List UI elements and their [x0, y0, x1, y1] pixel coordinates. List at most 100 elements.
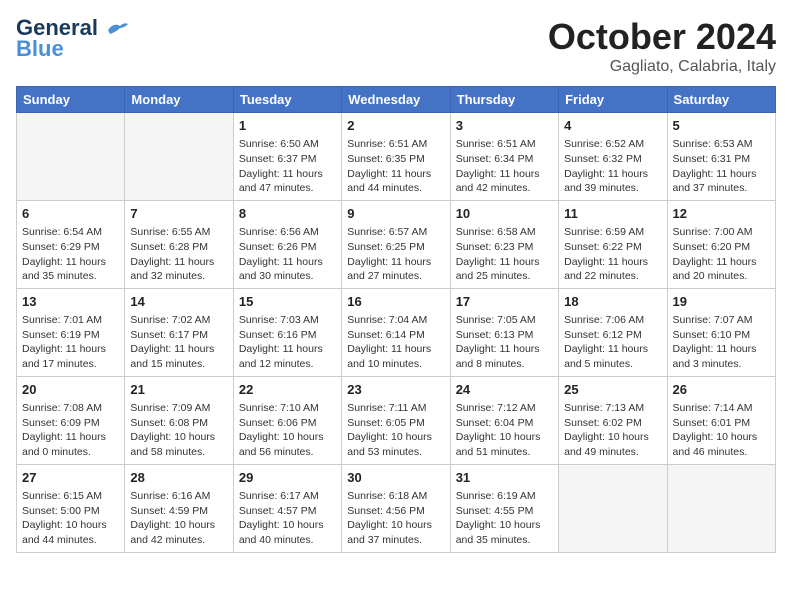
title-block: October 2024 Gagliato, Calabria, Italy	[548, 16, 776, 76]
day-info: Sunrise: 6:16 AM Sunset: 4:59 PM Dayligh…	[130, 489, 227, 548]
day-info: Sunrise: 7:12 AM Sunset: 6:04 PM Dayligh…	[456, 401, 553, 460]
day-of-week-header: Sunday	[17, 87, 125, 113]
calendar-table: SundayMondayTuesdayWednesdayThursdayFrid…	[16, 86, 776, 553]
day-info: Sunrise: 7:07 AM Sunset: 6:10 PM Dayligh…	[673, 313, 770, 372]
day-number: 29	[239, 469, 336, 487]
day-info: Sunrise: 7:09 AM Sunset: 6:08 PM Dayligh…	[130, 401, 227, 460]
day-number: 10	[456, 205, 553, 223]
day-number: 23	[347, 381, 444, 399]
day-number: 17	[456, 293, 553, 311]
calendar-cell: 17Sunrise: 7:05 AM Sunset: 6:13 PM Dayli…	[450, 288, 558, 376]
day-info: Sunrise: 6:51 AM Sunset: 6:34 PM Dayligh…	[456, 137, 553, 196]
calendar-cell: 8 Sunrise: 6:56 AM Sunset: 6:26 PM Daylig…	[233, 200, 341, 288]
day-number: 14	[130, 293, 227, 311]
calendar-cell: 14 Sunrise: 7:02 AM Sunset: 6:17 PM Dayli…	[125, 288, 233, 376]
day-number: 16	[347, 293, 444, 311]
day-info: Sunrise: 6:18 AM Sunset: 4:56 PM Dayligh…	[347, 489, 444, 548]
day-number: 13	[22, 293, 119, 311]
day-info: Sunrise: 6:56 AM Sunset: 6:26 PM Dayligh…	[239, 225, 336, 284]
day-number: 9	[347, 205, 444, 223]
day-info: Sunrise: 6:17 AM Sunset: 4:57 PM Dayligh…	[239, 489, 336, 548]
calendar-cell: 13 Sunrise: 7:01 AM Sunset: 6:19 PM Dayli…	[17, 288, 125, 376]
day-of-week-header: Friday	[559, 87, 667, 113]
day-of-week-header: Tuesday	[233, 87, 341, 113]
day-number: 20	[22, 381, 119, 399]
day-number: 27	[22, 469, 119, 487]
day-info: Sunrise: 7:13 AM Sunset: 6:02 PM Dayligh…	[564, 401, 661, 460]
day-number: 22	[239, 381, 336, 399]
calendar-cell: 2 Sunrise: 6:51 AM Sunset: 6:35 PM Daylig…	[342, 113, 450, 201]
calendar-cell: 4Sunrise: 6:52 AM Sunset: 6:32 PM Daylig…	[559, 113, 667, 201]
day-number: 3	[456, 117, 553, 135]
day-number: 24	[456, 381, 553, 399]
calendar-cell: 26 Sunrise: 7:14 AM Sunset: 6:01 PM Dayli…	[667, 376, 775, 464]
day-of-week-header: Saturday	[667, 87, 775, 113]
logo-blue-text: Blue	[16, 36, 64, 62]
calendar-cell: 16Sunrise: 7:04 AM Sunset: 6:14 PM Dayli…	[342, 288, 450, 376]
day-info: Sunrise: 6:54 AM Sunset: 6:29 PM Dayligh…	[22, 225, 119, 284]
day-info: Sunrise: 6:58 AM Sunset: 6:23 PM Dayligh…	[456, 225, 553, 284]
day-info: Sunrise: 6:55 AM Sunset: 6:28 PM Dayligh…	[130, 225, 227, 284]
calendar-cell	[125, 113, 233, 201]
day-info: Sunrise: 6:51 AM Sunset: 6:35 PM Dayligh…	[347, 137, 444, 196]
day-number: 8	[239, 205, 336, 223]
day-info: Sunrise: 7:00 AM Sunset: 6:20 PM Dayligh…	[673, 225, 770, 284]
day-number: 7	[130, 205, 227, 223]
calendar-cell: 19 Sunrise: 7:07 AM Sunset: 6:10 PM Dayli…	[667, 288, 775, 376]
calendar-cell: 22 Sunrise: 7:10 AM Sunset: 6:06 PM Dayli…	[233, 376, 341, 464]
calendar-week-row: 6 Sunrise: 6:54 AM Sunset: 6:29 PM Daylig…	[17, 200, 776, 288]
day-of-week-header: Monday	[125, 87, 233, 113]
month-title: October 2024	[548, 16, 776, 58]
day-info: Sunrise: 6:52 AM Sunset: 6:32 PM Dayligh…	[564, 137, 661, 196]
day-info: Sunrise: 7:11 AM Sunset: 6:05 PM Dayligh…	[347, 401, 444, 460]
calendar-cell: 9 Sunrise: 6:57 AM Sunset: 6:25 PM Daylig…	[342, 200, 450, 288]
day-number: 1	[239, 117, 336, 135]
day-info: Sunrise: 6:15 AM Sunset: 5:00 PM Dayligh…	[22, 489, 119, 548]
day-number: 6	[22, 205, 119, 223]
day-info: Sunrise: 6:57 AM Sunset: 6:25 PM Dayligh…	[347, 225, 444, 284]
calendar-cell	[559, 464, 667, 552]
calendar-week-row: 1Sunrise: 6:50 AM Sunset: 6:37 PM Daylig…	[17, 113, 776, 201]
day-number: 12	[673, 205, 770, 223]
day-number: 25	[564, 381, 661, 399]
calendar-cell: 28 Sunrise: 6:16 AM Sunset: 4:59 PM Dayli…	[125, 464, 233, 552]
calendar-cell: 7 Sunrise: 6:55 AM Sunset: 6:28 PM Daylig…	[125, 200, 233, 288]
day-number: 26	[673, 381, 770, 399]
day-number: 15	[239, 293, 336, 311]
calendar-cell: 25 Sunrise: 7:13 AM Sunset: 6:02 PM Dayli…	[559, 376, 667, 464]
day-info: Sunrise: 7:10 AM Sunset: 6:06 PM Dayligh…	[239, 401, 336, 460]
day-info: Sunrise: 7:02 AM Sunset: 6:17 PM Dayligh…	[130, 313, 227, 372]
calendar-cell: 6 Sunrise: 6:54 AM Sunset: 6:29 PM Daylig…	[17, 200, 125, 288]
day-info: Sunrise: 7:01 AM Sunset: 6:19 PM Dayligh…	[22, 313, 119, 372]
day-info: Sunrise: 7:14 AM Sunset: 6:01 PM Dayligh…	[673, 401, 770, 460]
day-number: 30	[347, 469, 444, 487]
logo-bird-icon	[106, 20, 128, 38]
location-subtitle: Gagliato, Calabria, Italy	[548, 58, 776, 76]
day-number: 31	[456, 469, 553, 487]
calendar-cell: 31 Sunrise: 6:19 AM Sunset: 4:55 PM Dayli…	[450, 464, 558, 552]
day-number: 19	[673, 293, 770, 311]
calendar-cell	[667, 464, 775, 552]
calendar-cell: 27 Sunrise: 6:15 AM Sunset: 5:00 PM Dayli…	[17, 464, 125, 552]
calendar-cell: 20Sunrise: 7:08 AM Sunset: 6:09 PM Dayli…	[17, 376, 125, 464]
day-number: 28	[130, 469, 227, 487]
day-info: Sunrise: 6:53 AM Sunset: 6:31 PM Dayligh…	[673, 137, 770, 196]
calendar-cell: 29 Sunrise: 6:17 AM Sunset: 4:57 PM Dayli…	[233, 464, 341, 552]
calendar-cell: 24 Sunrise: 7:12 AM Sunset: 6:04 PM Dayli…	[450, 376, 558, 464]
calendar-cell: 11Sunrise: 6:59 AM Sunset: 6:22 PM Dayli…	[559, 200, 667, 288]
day-info: Sunrise: 6:19 AM Sunset: 4:55 PM Dayligh…	[456, 489, 553, 548]
calendar-cell: 10 Sunrise: 6:58 AM Sunset: 6:23 PM Dayli…	[450, 200, 558, 288]
calendar-cell: 15Sunrise: 7:03 AM Sunset: 6:16 PM Dayli…	[233, 288, 341, 376]
calendar-cell: 21 Sunrise: 7:09 AM Sunset: 6:08 PM Dayli…	[125, 376, 233, 464]
day-number: 21	[130, 381, 227, 399]
calendar-cell: 1Sunrise: 6:50 AM Sunset: 6:37 PM Daylig…	[233, 113, 341, 201]
calendar-header-row: SundayMondayTuesdayWednesdayThursdayFrid…	[17, 87, 776, 113]
page-header: General Blue October 2024 Gagliato, Cala…	[16, 16, 776, 76]
day-number: 5	[673, 117, 770, 135]
calendar-cell: 12 Sunrise: 7:00 AM Sunset: 6:20 PM Dayli…	[667, 200, 775, 288]
day-number: 2	[347, 117, 444, 135]
day-info: Sunrise: 6:59 AM Sunset: 6:22 PM Dayligh…	[564, 225, 661, 284]
day-info: Sunrise: 7:06 AM Sunset: 6:12 PM Dayligh…	[564, 313, 661, 372]
calendar-week-row: 13 Sunrise: 7:01 AM Sunset: 6:19 PM Dayli…	[17, 288, 776, 376]
calendar-week-row: 20Sunrise: 7:08 AM Sunset: 6:09 PM Dayli…	[17, 376, 776, 464]
